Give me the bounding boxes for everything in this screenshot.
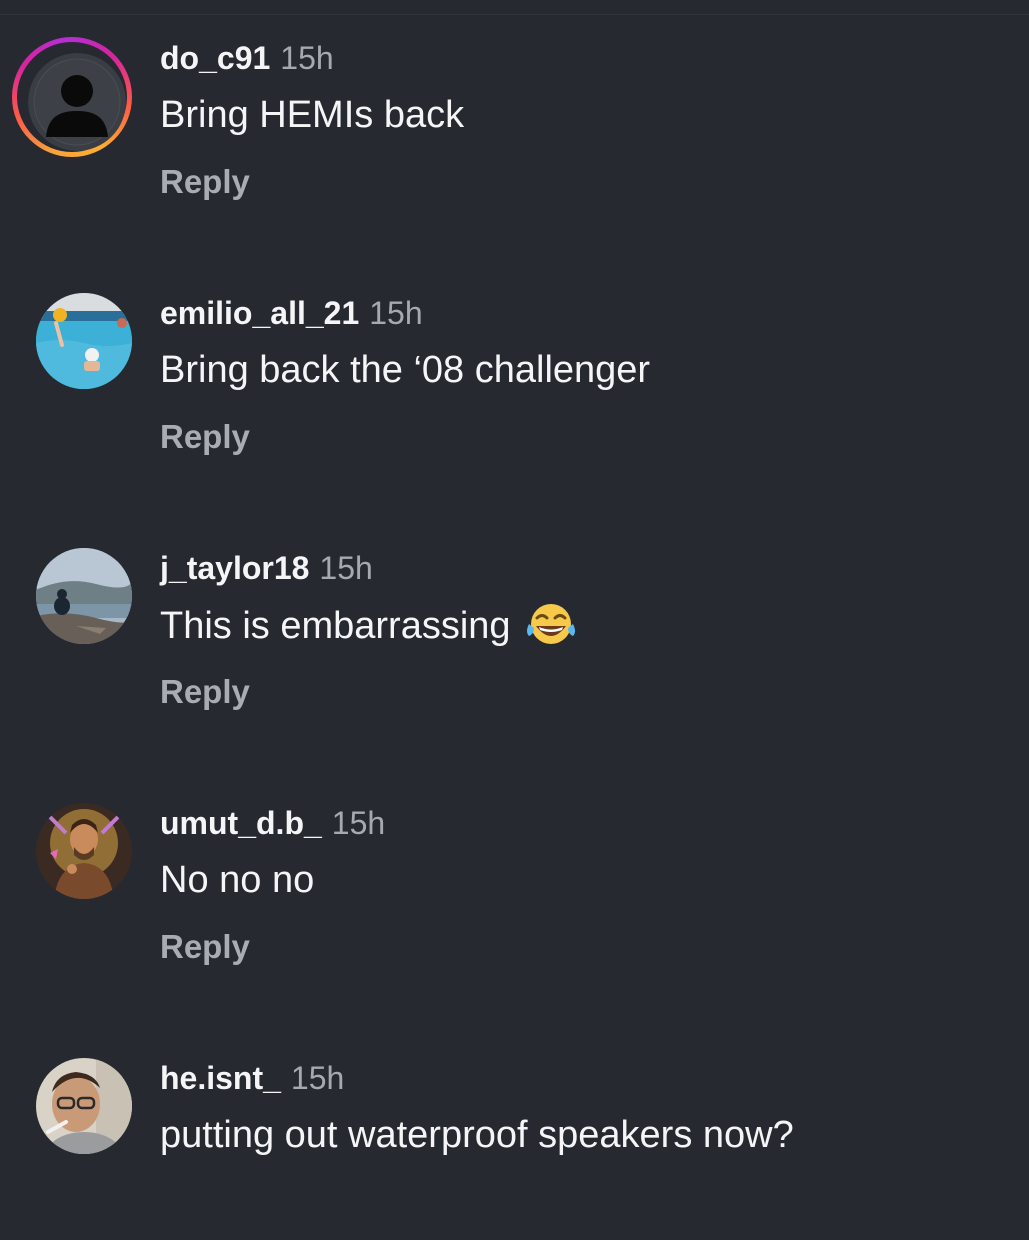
avatar[interactable] <box>28 53 126 151</box>
landscape-photo <box>36 548 132 644</box>
comment-timestamp: 15h <box>369 295 423 331</box>
avatar[interactable] <box>36 548 132 644</box>
reply-button[interactable]: Reply <box>160 927 250 967</box>
comment-item: do_c91 15h Bring HEMIs back Reply <box>0 0 1029 220</box>
reply-button[interactable]: Reply <box>160 417 250 457</box>
comment-text: putting out waterproof speakers now? <box>160 1114 794 1156</box>
comment-timestamp: 15h <box>290 1060 345 1096</box>
pool-photo <box>36 293 132 389</box>
comment-text: No no no <box>160 859 315 901</box>
selfie-photo <box>36 1058 132 1154</box>
comment-username[interactable]: he.isnt_ <box>160 1060 281 1096</box>
illustrated-portrait <box>36 803 132 899</box>
default-avatar-icon <box>28 53 126 151</box>
story-ring[interactable] <box>12 37 132 157</box>
comment-username[interactable]: emilio_all_21 <box>160 295 359 331</box>
comment-text: Bring back the ‘08 challenger <box>160 349 651 391</box>
laughing-emoji-icon <box>525 602 577 657</box>
comment-timestamp: 15h <box>331 805 386 841</box>
comment-item: he.isnt_ 15h putting out waterproof speak… <box>0 1020 1029 1240</box>
reply-button[interactable]: Reply <box>160 162 250 202</box>
comment-username[interactable]: j_taylor18 <box>160 550 309 586</box>
comment-timestamp: 15h <box>319 550 373 586</box>
comment-text: This is embarrassing <box>160 602 577 657</box>
comment-text-content: This is embarrassing <box>160 605 511 647</box>
avatar[interactable] <box>36 1058 132 1154</box>
comment-item: j_taylor18 15h This is embarrassing Reply <box>0 510 1029 730</box>
avatar[interactable] <box>36 293 132 389</box>
comment-item: emilio_all_21 15h Bring back the ‘08 chal… <box>0 255 1029 475</box>
avatar[interactable] <box>36 803 132 899</box>
comment-text: Bring HEMIs back <box>160 94 465 136</box>
comment-item: umut_d.b_ 15h No no no Reply <box>0 765 1029 985</box>
comment-timestamp: 15h <box>280 40 334 76</box>
comment-username[interactable]: umut_d.b_ <box>160 805 322 841</box>
reply-button[interactable]: Reply <box>160 672 250 712</box>
comment-username[interactable]: do_c91 <box>160 40 270 76</box>
